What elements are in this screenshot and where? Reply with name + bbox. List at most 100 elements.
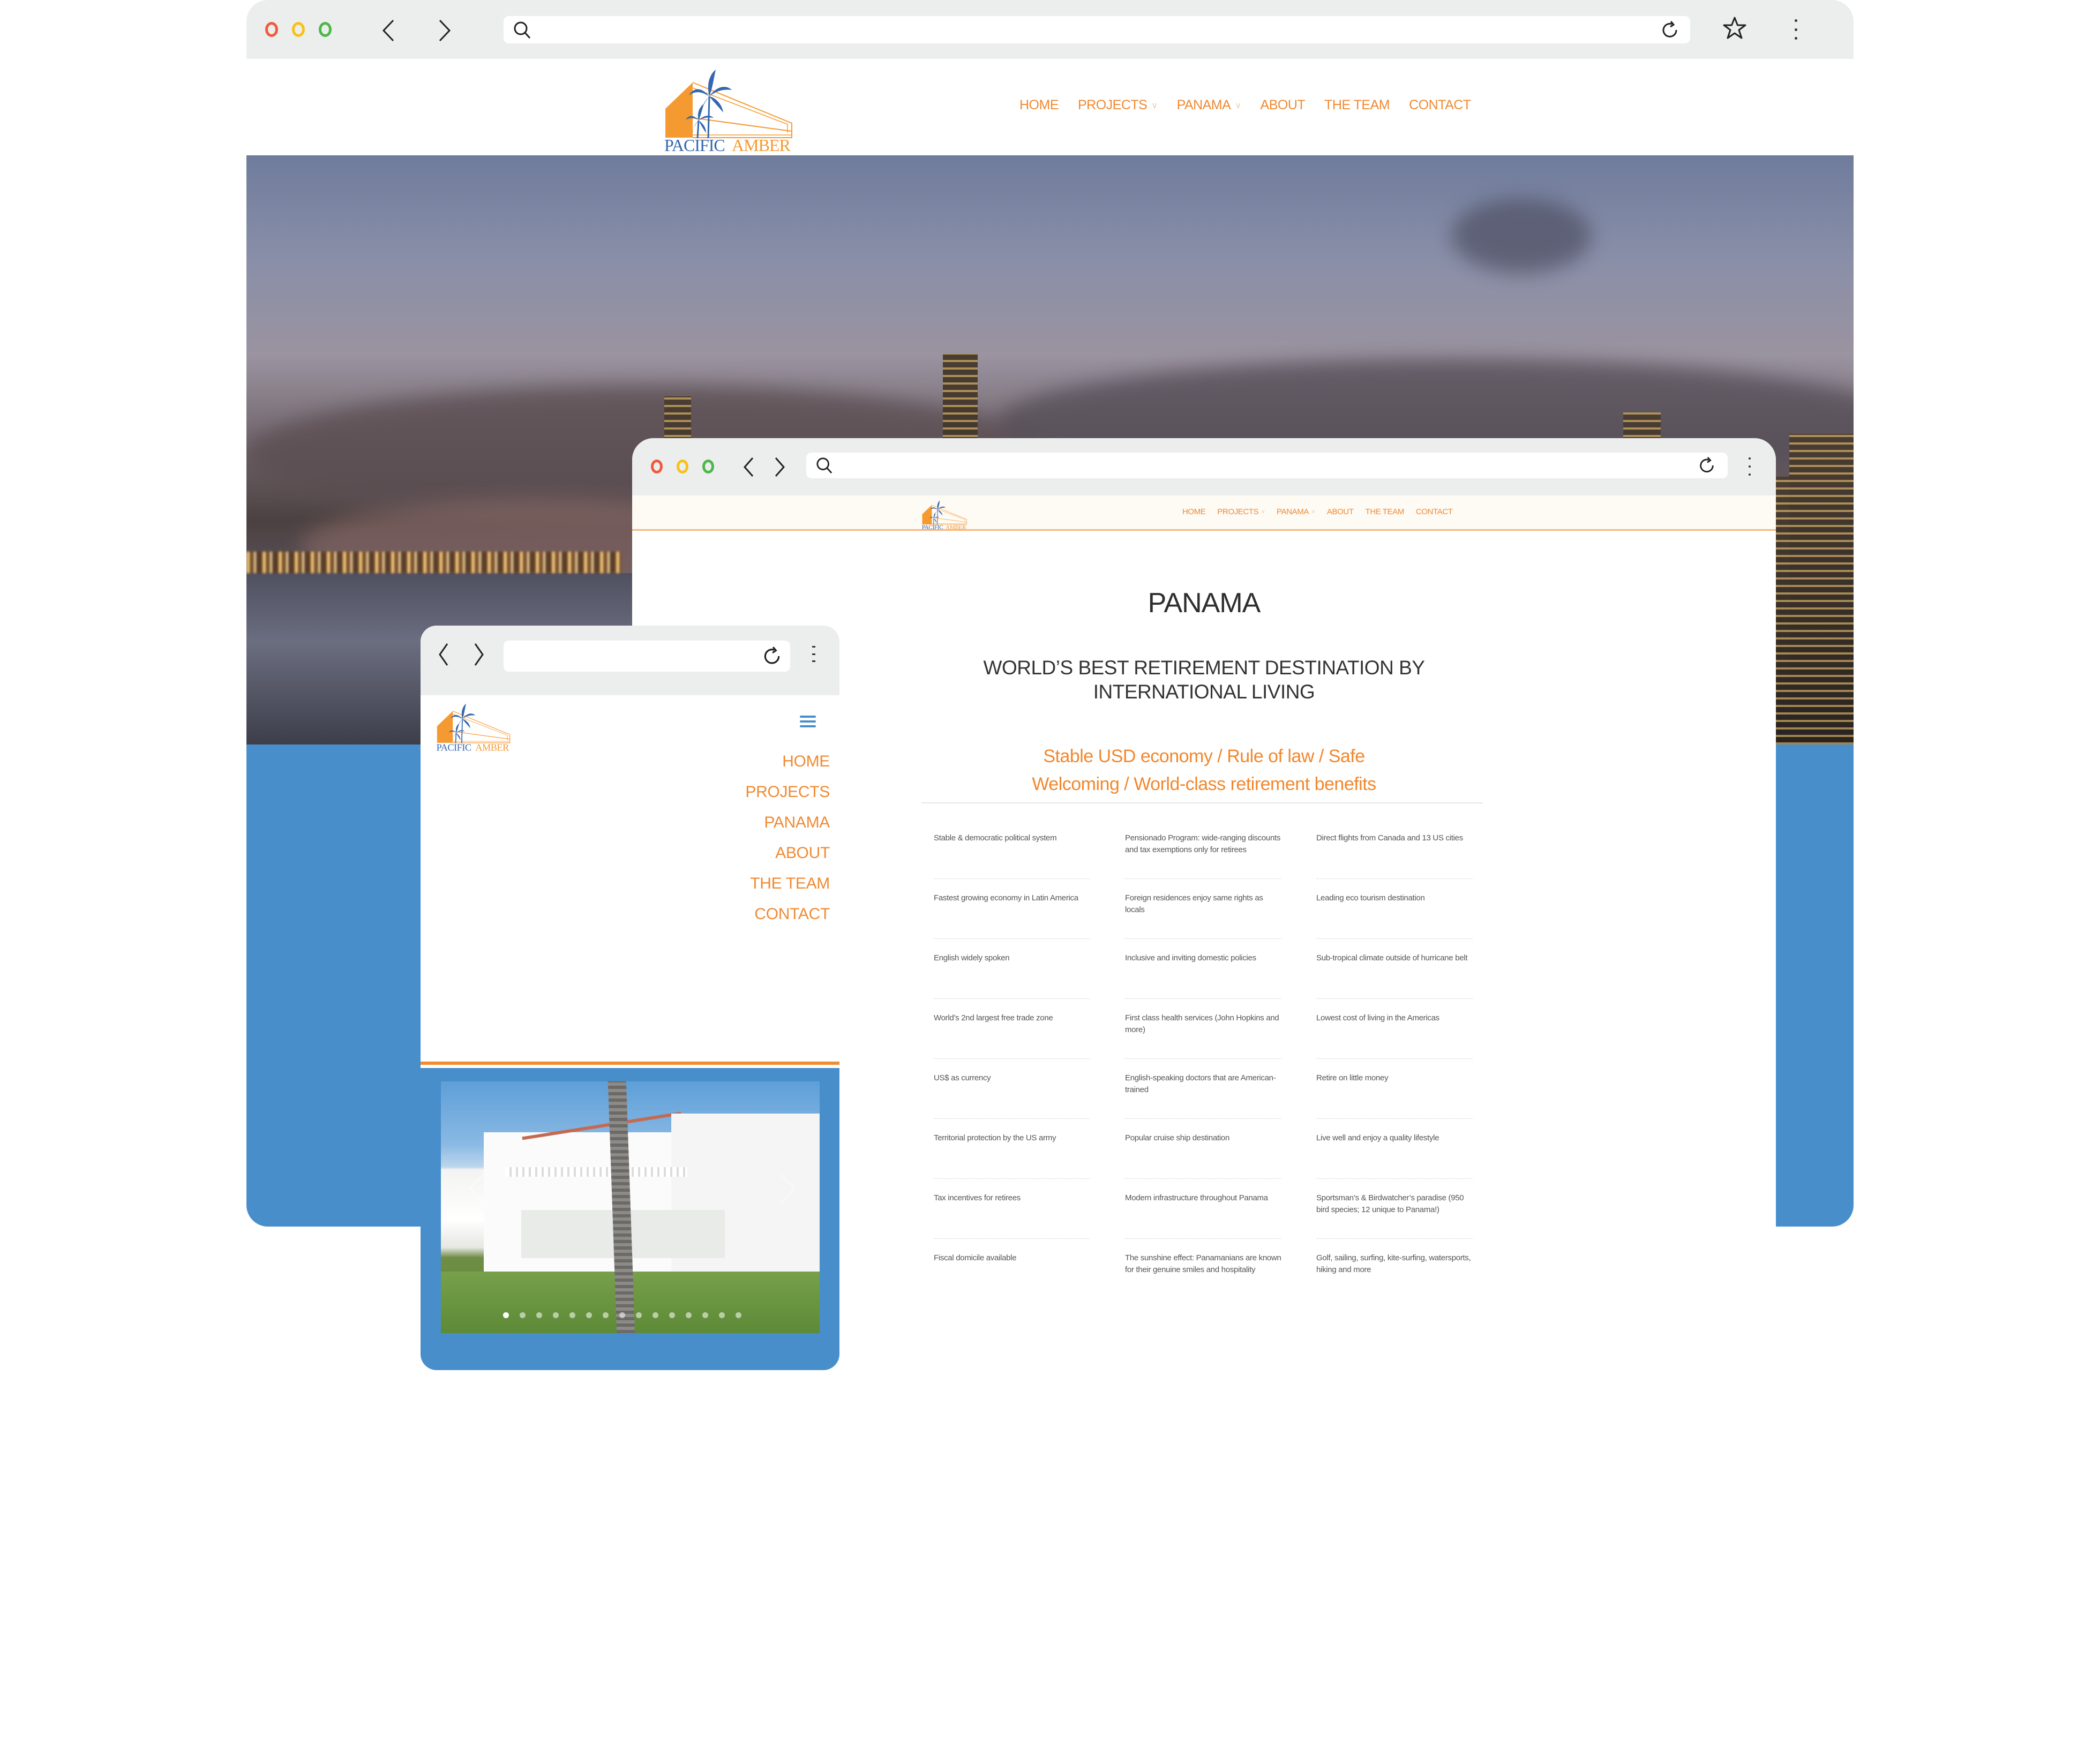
carousel-dot[interactable]: [736, 1312, 741, 1318]
pacific-amber-logo[interactable]: [921, 499, 969, 530]
benefit-item: Golf, sailing, surfing, kite-surfing, wa…: [1316, 1252, 1473, 1312]
nav-home[interactable]: HOME: [1019, 97, 1059, 113]
benefit-divider: [1125, 938, 1281, 939]
nav-panama[interactable]: PANAMA ∨: [1177, 97, 1241, 113]
main-nav: HOME PROJECTS ∨ PANAMA ∨ ABOUT THE TEAM CO…: [1182, 507, 1465, 516]
benefit-item: Inclusive and inviting domestic policies: [1125, 952, 1281, 1012]
benefit-divider: [1125, 878, 1281, 879]
address-bar[interactable]: [504, 16, 1690, 43]
benefit-text: Fastest growing economy in Latin America: [934, 893, 1078, 903]
carousel-dot[interactable]: [536, 1312, 542, 1318]
benefits-grid: Stable & democratic political system Pens…: [934, 832, 1480, 1312]
browser-menu-icon[interactable]: [1748, 457, 1751, 476]
benefit-divider: [1316, 1238, 1473, 1239]
carousel-dot[interactable]: [503, 1312, 509, 1318]
maximize-window-button[interactable]: [702, 460, 714, 473]
reload-icon[interactable]: [762, 646, 782, 666]
nav-projects[interactable]: PROJECTS ∨: [1217, 507, 1265, 516]
carousel-dot[interactable]: [569, 1312, 575, 1318]
carousel-dot[interactable]: [586, 1312, 592, 1318]
nav-projects[interactable]: PROJECTS ∨: [1078, 97, 1158, 113]
project-carousel[interactable]: [441, 1081, 820, 1333]
carousel-dot[interactable]: [553, 1312, 559, 1318]
benefit-divider: [1316, 1178, 1473, 1179]
address-bar[interactable]: [504, 641, 790, 672]
mobile-nav-contact[interactable]: CONTACT: [745, 899, 830, 929]
carousel-dot[interactable]: [652, 1312, 658, 1318]
benefit-text: The sunshine effect: Panamanians are kno…: [1125, 1253, 1281, 1274]
mobile-nav-home[interactable]: HOME: [745, 746, 830, 777]
back-arrow-icon[interactable]: [742, 457, 756, 477]
benefit-item: Territorial protection by the US army: [934, 1132, 1090, 1192]
mobile-browser-window: HOME PROJECTS PANAMA ABOUT THE TEAM CONT…: [421, 626, 839, 1370]
carousel-dot[interactable]: [686, 1312, 692, 1318]
nav-the-team[interactable]: THE TEAM: [1324, 97, 1390, 113]
mobile-content-section: Since 2006 Jardines del Rompío provides …: [421, 1068, 839, 1370]
reload-icon[interactable]: [1660, 20, 1679, 40]
minimize-window-button[interactable]: [292, 22, 305, 37]
carousel-dot[interactable]: [603, 1312, 609, 1318]
mobile-site-header: HOME PROJECTS PANAMA ABOUT THE TEAM CONT…: [421, 695, 839, 1065]
maximize-window-button[interactable]: [319, 22, 332, 37]
reload-icon[interactable]: [1698, 456, 1716, 475]
nav-about[interactable]: ABOUT: [1261, 97, 1306, 113]
benefit-divider: [1125, 1238, 1281, 1239]
forward-arrow-icon[interactable]: [473, 643, 485, 666]
close-window-button[interactable]: [651, 460, 663, 473]
forward-arrow-icon[interactable]: [437, 19, 453, 42]
benefit-item: Pensionado Program: wide-ranging discoun…: [1125, 832, 1281, 892]
nav-the-team[interactable]: THE TEAM: [1366, 507, 1405, 516]
benefit-divider: [1125, 1058, 1281, 1059]
carousel-dot[interactable]: [619, 1312, 625, 1318]
benefit-text: Sub-tropical climate outside of hurrican…: [1316, 953, 1468, 963]
benefit-item: US$ as currency: [934, 1072, 1090, 1132]
mobile-nav-the-team[interactable]: THE TEAM: [745, 868, 830, 899]
benefit-item: Sub-tropical climate outside of hurrican…: [1316, 952, 1473, 1012]
nav-home[interactable]: HOME: [1182, 507, 1206, 516]
nav-contact[interactable]: CONTACT: [1416, 507, 1453, 516]
mobile-nav-projects[interactable]: PROJECTS: [745, 777, 830, 807]
benefit-text: Pensionado Program: wide-ranging discoun…: [1125, 833, 1281, 854]
pacific-amber-logo[interactable]: [663, 64, 797, 153]
benefit-text: Golf, sailing, surfing, kite-surfing, wa…: [1316, 1253, 1471, 1274]
benefit-text: First class health services (John Hopkin…: [1125, 1013, 1279, 1034]
nav-about[interactable]: ABOUT: [1327, 507, 1354, 516]
chevron-down-icon: ∨: [1261, 509, 1265, 515]
mobile-nav-about[interactable]: ABOUT: [745, 838, 830, 868]
benefit-item: Leading eco tourism destination: [1316, 892, 1473, 952]
benefit-text: Foreign residences enjoy same rights as …: [1125, 893, 1263, 914]
back-arrow-icon[interactable]: [438, 643, 449, 666]
benefit-text: US$ as currency: [934, 1073, 991, 1082]
benefit-item: Retire on little money: [1316, 1072, 1473, 1132]
close-window-button[interactable]: [265, 22, 278, 37]
mobile-nav-menu: HOME PROJECTS PANAMA ABOUT THE TEAM CONT…: [745, 746, 830, 929]
forward-arrow-icon[interactable]: [772, 457, 786, 477]
minimize-window-button[interactable]: [677, 460, 688, 473]
page-title: PANAMA: [1148, 588, 1261, 619]
nav-contact[interactable]: CONTACT: [1409, 97, 1471, 113]
carousel-dot[interactable]: [669, 1312, 675, 1318]
carousel-dot[interactable]: [520, 1312, 526, 1318]
benefit-item: Modern infrastructure throughout Panama: [1125, 1192, 1281, 1252]
mobile-nav-panama[interactable]: PANAMA: [745, 807, 830, 838]
benefit-text: Popular cruise ship destination: [1125, 1133, 1229, 1142]
carousel-dots: [441, 1312, 820, 1318]
nav-panama[interactable]: PANAMA ∨: [1277, 507, 1315, 516]
chevron-down-icon: ∨: [1311, 509, 1315, 515]
back-arrow-icon[interactable]: [380, 19, 396, 42]
browser-toolbar: [246, 0, 1854, 59]
benefit-divider: [1125, 998, 1281, 999]
browser-menu-icon[interactable]: [812, 646, 816, 662]
carousel-dot[interactable]: [636, 1312, 642, 1318]
address-bar[interactable]: [806, 453, 1728, 478]
hamburger-icon[interactable]: [800, 716, 816, 727]
bookmark-star-icon[interactable]: [1722, 16, 1747, 41]
pacific-amber-logo[interactable]: [436, 701, 513, 751]
benefit-item: Sportsman’s & Birdwatcher’s paradise (95…: [1316, 1192, 1473, 1252]
search-icon: [816, 457, 832, 474]
carousel-dot[interactable]: [702, 1312, 708, 1318]
benefit-divider: [934, 1058, 1090, 1059]
benefit-text: Leading eco tourism destination: [1316, 893, 1425, 903]
carousel-dot[interactable]: [719, 1312, 725, 1318]
browser-menu-icon[interactable]: [1794, 19, 1798, 40]
